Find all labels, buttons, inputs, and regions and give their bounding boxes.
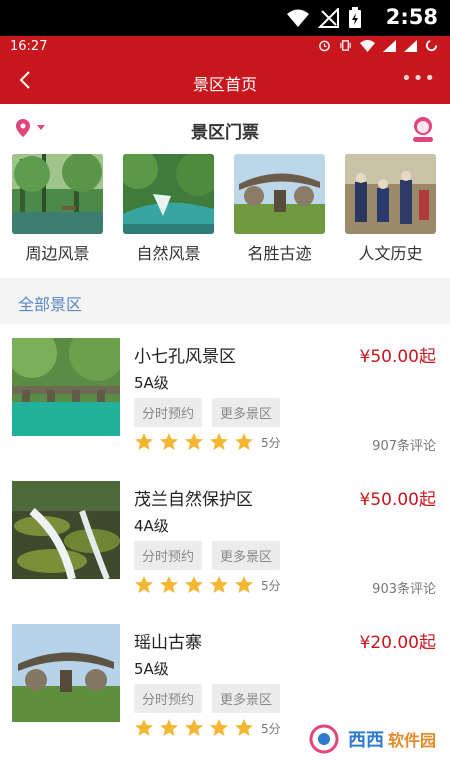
- signal-2-icon: [404, 39, 417, 52]
- star-icon: [185, 433, 203, 450]
- rating-stars: 5分: [134, 432, 281, 452]
- star-icon: [235, 433, 253, 450]
- star-icon: [210, 719, 228, 736]
- category-label: 自然风景: [136, 244, 201, 263]
- all-scenic-link[interactable]: 全部景区: [18, 291, 82, 315]
- star-icon: [210, 576, 228, 593]
- signal-icon: [383, 39, 396, 52]
- system-clock: 2:58: [385, 5, 438, 29]
- section-title: 景区门票: [191, 123, 259, 143]
- timed-booking-tag[interactable]: 分时预约: [134, 541, 203, 570]
- star-icon: [185, 719, 203, 736]
- category-row: 周边风景 自然风景 名胜古迹 人文历史: [0, 154, 450, 278]
- rating-stars: 5分: [134, 575, 281, 595]
- list-item[interactable]: 茂兰自然保护区 ¥50.00起 4A级 分时预约 更多景区 5分 903条评论: [0, 467, 450, 609]
- review-count: 907条评论: [372, 439, 436, 454]
- more-scenic-tag[interactable]: 更多景区: [212, 541, 281, 570]
- category-image-historic: [234, 154, 325, 234]
- app-status-icons: [318, 39, 438, 52]
- user-avatar-icon[interactable]: [410, 115, 436, 143]
- more-scenic-tag[interactable]: 更多景区: [212, 684, 281, 713]
- category-nature[interactable]: 自然风景: [123, 154, 214, 278]
- star-icon: [160, 719, 178, 736]
- navbar: 景区首页 •••: [0, 60, 450, 104]
- system-status-bar: 2:58: [0, 0, 450, 36]
- wifi-small-icon: [360, 39, 375, 52]
- category-historic[interactable]: 名胜古迹: [234, 154, 325, 278]
- category-label: 周边风景: [25, 244, 90, 263]
- rating-score: 5分: [261, 578, 281, 593]
- watermark-text-primary: 西西: [347, 730, 384, 751]
- star-icon: [135, 433, 153, 450]
- star-icon: [135, 576, 153, 593]
- star-icon: [160, 433, 178, 450]
- system-status-icons: [286, 7, 362, 29]
- scenic-thumbnail: [12, 481, 120, 579]
- category-image-nearby: [12, 154, 103, 234]
- category-nearby[interactable]: 周边风景: [12, 154, 103, 278]
- scenic-level: 4A级: [134, 517, 169, 535]
- list-item[interactable]: 小七孔风景区 ¥50.00起 5A级 分时预约 更多景区 5分 907条评论: [0, 324, 450, 466]
- page-title: 景区首页: [192, 75, 257, 94]
- app-clock: 16:27: [10, 39, 48, 54]
- star-icon: [210, 433, 228, 450]
- rating-stars: 5分: [134, 718, 281, 738]
- scenic-price: ¥20.00起: [359, 633, 436, 653]
- category-label: 名胜古迹: [247, 244, 312, 263]
- watermark-logo: 西西 软件园: [304, 724, 436, 754]
- star-icon: [160, 576, 178, 593]
- battery-charging-icon: [349, 7, 361, 28]
- rating-score: 5分: [261, 435, 281, 450]
- scenic-name: 小七孔风景区: [134, 347, 236, 367]
- rating-score: 5分: [261, 721, 281, 736]
- all-scenic-section: 全部景区: [0, 278, 450, 324]
- app-status-bar: 16:27: [0, 36, 450, 58]
- timed-booking-tag[interactable]: 分时预约: [134, 684, 203, 713]
- scenic-price: ¥50.00起: [359, 347, 436, 367]
- scenic-tags: 分时预约 更多景区: [134, 541, 281, 570]
- alarm-icon: [319, 40, 330, 52]
- star-icon: [135, 719, 153, 736]
- vibrate-icon: [340, 40, 351, 51]
- category-image-nature: [123, 154, 214, 234]
- loading-icon: [425, 39, 438, 52]
- scenic-thumbnail: [12, 624, 120, 722]
- review-count: 903条评论: [372, 582, 436, 597]
- watermark-text-secondary: 软件园: [387, 731, 436, 750]
- no-signal-icon: [318, 8, 339, 28]
- scenic-name: 茂兰自然保护区: [134, 490, 253, 510]
- star-icon: [235, 576, 253, 593]
- app-header: 16:27 景区首页 •••: [0, 36, 450, 104]
- watermark-icon: [309, 724, 339, 754]
- scenic-tags: 分时预约 更多景区: [134, 684, 281, 713]
- star-icon: [235, 719, 253, 736]
- category-label: 人文历史: [358, 244, 423, 263]
- category-image-culture: [345, 154, 436, 234]
- category-culture[interactable]: 人文历史: [345, 154, 436, 278]
- scenic-thumbnail: [12, 338, 120, 436]
- ticket-header: 景区门票: [0, 104, 450, 154]
- scenic-price: ¥50.00起: [359, 490, 436, 510]
- more-scenic-tag[interactable]: 更多景区: [212, 398, 281, 427]
- wifi-icon: [287, 9, 309, 27]
- scenic-level: 5A级: [134, 374, 169, 392]
- scenic-level: 5A级: [134, 660, 169, 678]
- star-icon: [185, 576, 203, 593]
- timed-booking-tag[interactable]: 分时预约: [134, 398, 203, 427]
- scenic-tags: 分时预约 更多景区: [134, 398, 281, 427]
- scenic-name: 瑶山古寨: [134, 633, 202, 653]
- more-menu-button[interactable]: •••: [401, 68, 436, 89]
